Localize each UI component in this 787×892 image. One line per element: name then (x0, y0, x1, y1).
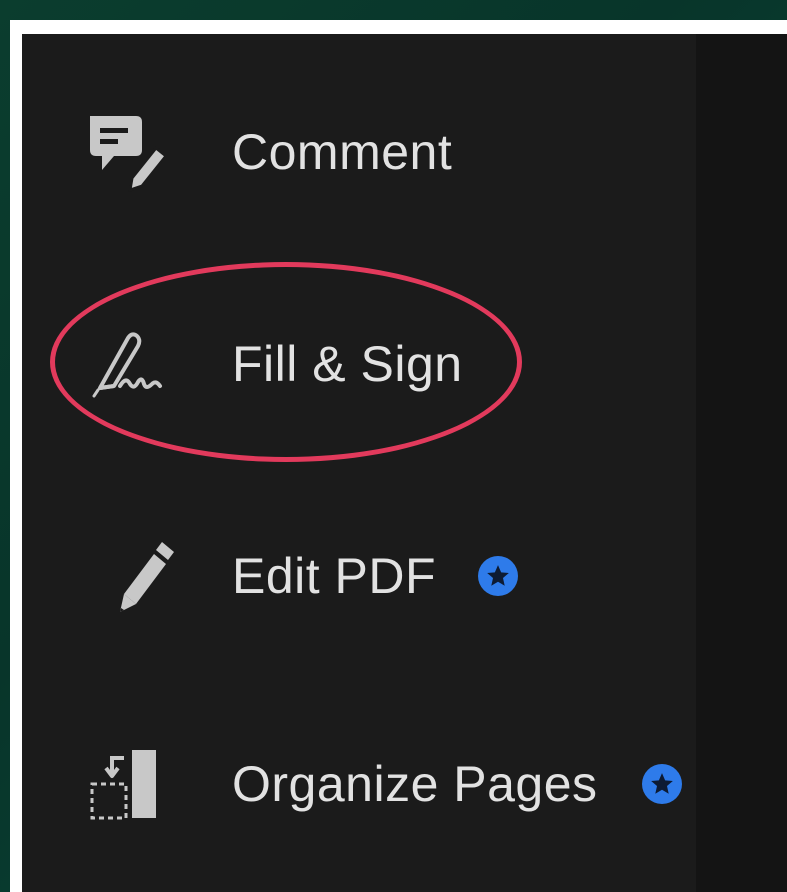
fill-sign-icon (84, 324, 184, 404)
panel-background-right (696, 34, 787, 892)
pencil-icon (84, 536, 184, 616)
tool-fill-sign[interactable]: Fill & Sign (22, 304, 696, 424)
tool-edit-pdf[interactable]: Edit PDF (22, 516, 696, 636)
premium-star-icon (478, 556, 518, 596)
organize-pages-icon (84, 744, 184, 824)
tool-fill-sign-label: Fill & Sign (232, 336, 463, 392)
tool-organize-pages-label: Organize Pages (232, 756, 598, 812)
tools-panel: Comment Fill & Sign Edit PDF Organize Pa… (22, 34, 787, 892)
tool-edit-pdf-label: Edit PDF (232, 548, 437, 604)
tool-comment[interactable]: Comment (22, 92, 696, 212)
tool-comment-label: Comment (232, 124, 453, 180)
comment-icon (84, 112, 184, 192)
tool-organize-pages[interactable]: Organize Pages (22, 724, 696, 844)
premium-star-icon (642, 764, 682, 804)
